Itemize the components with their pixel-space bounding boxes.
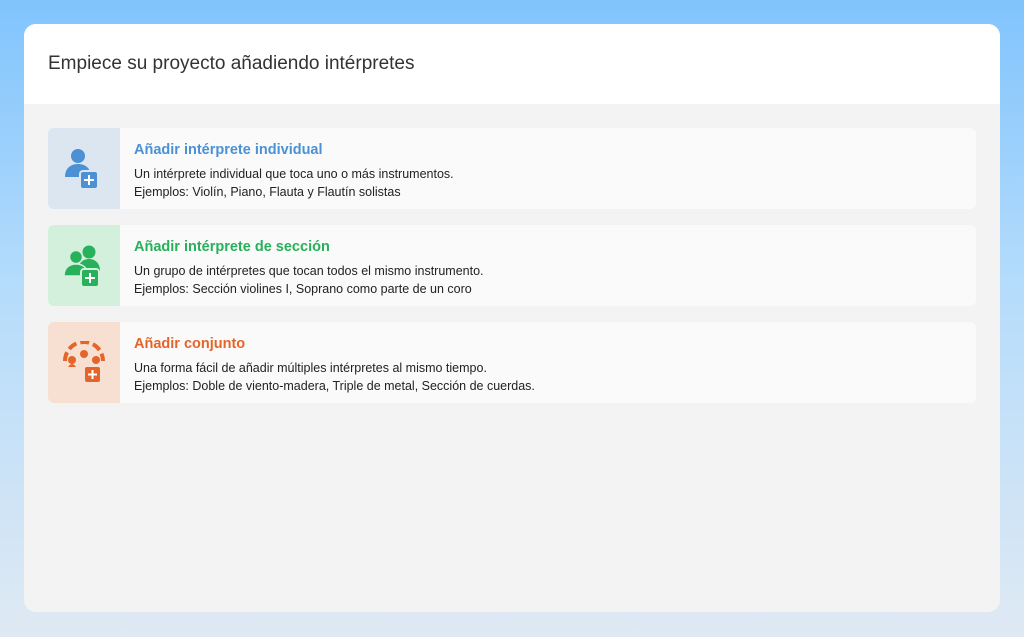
panel-header: Empiece su proyecto añadiendo intérprete… bbox=[24, 24, 1000, 104]
option-description: Un intérprete individual que toca uno o … bbox=[134, 167, 454, 181]
add-player-options: Añadir intérprete individual Un intérpre… bbox=[48, 128, 976, 419]
players-panel: Empiece su proyecto añadiendo intérprete… bbox=[24, 24, 1000, 612]
option-title: Añadir intérprete de sección bbox=[134, 239, 330, 255]
ensemble-icon-tile bbox=[48, 322, 120, 403]
option-examples: Ejemplos: Violín, Piano, Flauta y Flautí… bbox=[134, 185, 401, 199]
single-person-add-icon bbox=[65, 148, 99, 190]
individual-icon-tile bbox=[48, 128, 120, 209]
option-examples: Ejemplos: Doble de viento-madera, Triple… bbox=[134, 379, 535, 393]
section-icon-tile bbox=[48, 225, 120, 306]
page-title: Empiece su proyecto añadiendo intérprete… bbox=[48, 53, 415, 74]
group-person-add-icon bbox=[63, 245, 100, 288]
option-description: Una forma fácil de añadir múltiples inté… bbox=[134, 361, 487, 375]
add-section-player-button[interactable]: Añadir intérprete de sección Un grupo de… bbox=[48, 225, 976, 306]
add-ensemble-button[interactable]: Añadir conjunto Una forma fácil de añadi… bbox=[48, 322, 976, 403]
option-text: Añadir intérprete individual Un intérpre… bbox=[120, 128, 454, 209]
option-description: Un grupo de intérpretes que tocan todos … bbox=[134, 264, 484, 278]
option-title: Añadir intérprete individual bbox=[134, 142, 323, 158]
ensemble-add-icon bbox=[63, 340, 105, 384]
option-examples: Ejemplos: Sección violines I, Soprano co… bbox=[134, 282, 472, 296]
add-individual-player-button[interactable]: Añadir intérprete individual Un intérpre… bbox=[48, 128, 976, 209]
option-text: Añadir conjunto Una forma fácil de añadi… bbox=[120, 322, 535, 403]
option-title: Añadir conjunto bbox=[134, 336, 246, 352]
option-text: Añadir intérprete de sección Un grupo de… bbox=[120, 225, 484, 306]
